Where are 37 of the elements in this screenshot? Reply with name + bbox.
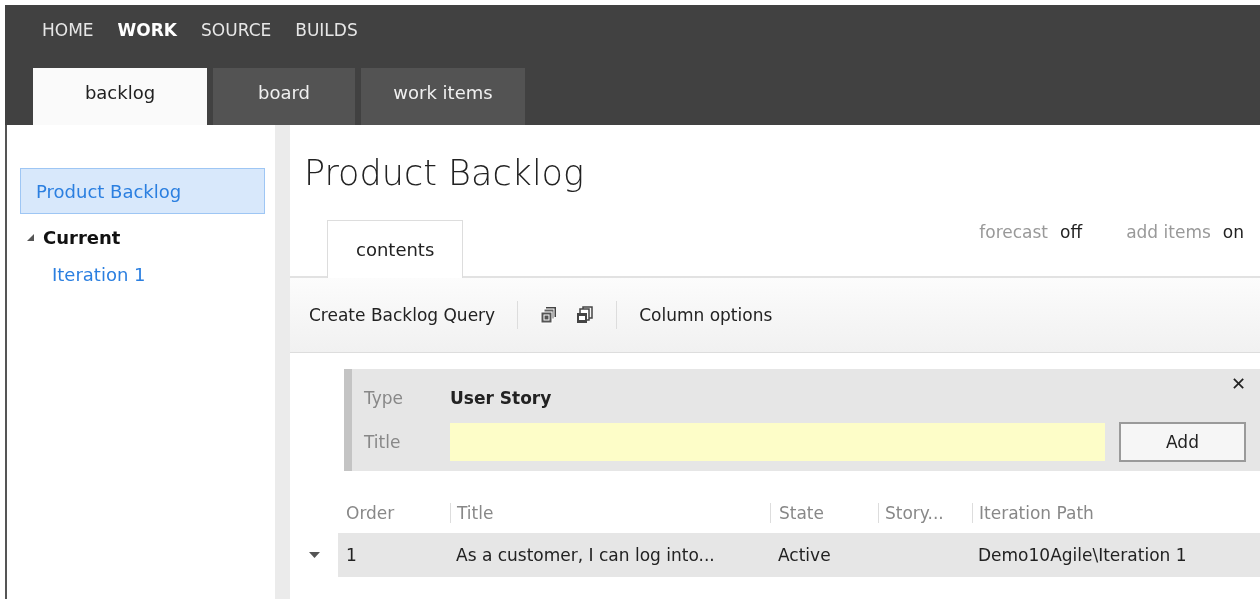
collapse-all-icon[interactable]	[576, 306, 595, 324]
collapse-icon[interactable]	[308, 552, 320, 558]
column-header[interactable]: State	[770, 503, 878, 523]
column-header[interactable]: Order	[338, 503, 450, 523]
nav-link[interactable]: HOME	[42, 20, 94, 53]
tab[interactable]: contents	[327, 220, 464, 278]
tab[interactable]: board	[213, 68, 355, 125]
table-cell-text: As a customer, I can log into...	[455, 545, 716, 565]
setting-toggle[interactable]: off	[1060, 221, 1083, 242]
nav-link[interactable]: SOURCE	[201, 20, 272, 53]
close-button[interactable]: ✕	[1230, 373, 1246, 394]
table-cell-text: Demo10Agile\Iteration 1	[977, 545, 1188, 565]
page-title: Product Backlog	[303, 152, 586, 195]
setting-label: add items	[1126, 221, 1211, 242]
sidebar-item-label[interactable]: Current	[43, 226, 121, 248]
create-query-button[interactable]: Create Backlog Query	[309, 305, 496, 325]
tab[interactable]: work items	[361, 68, 525, 125]
column-header[interactable]: Iteration Path	[972, 503, 1260, 523]
field-label: Title	[364, 432, 402, 452]
nav-link[interactable]: BUILDS	[295, 20, 358, 53]
table-cell-text: Active	[777, 545, 832, 565]
type-value: User Story	[450, 388, 553, 408]
setting-toggle[interactable]: on	[1222, 221, 1244, 242]
field-label: Type	[364, 388, 405, 408]
column-header[interactable]: Story...	[878, 503, 972, 523]
title-field[interactable]	[450, 423, 1105, 461]
nav-link[interactable]: WORK	[117, 20, 178, 53]
table-row[interactable]: 1 As a customer, I can log into... Active Demo10Agile\Iteration 1	[338, 533, 1260, 577]
table-cell-text: 1	[345, 545, 358, 565]
column-header[interactable]: Title	[450, 503, 770, 523]
expand-all-icon[interactable]	[540, 306, 559, 324]
add-button[interactable]: Add	[1119, 422, 1246, 462]
tab[interactable]: backlog	[33, 68, 207, 125]
setting-label: forecast	[979, 221, 1048, 242]
sidebar-item[interactable]: Iteration 1	[20, 260, 265, 306]
expand-icon[interactable]	[26, 232, 35, 242]
column-options-button[interactable]: Column options	[639, 305, 773, 325]
